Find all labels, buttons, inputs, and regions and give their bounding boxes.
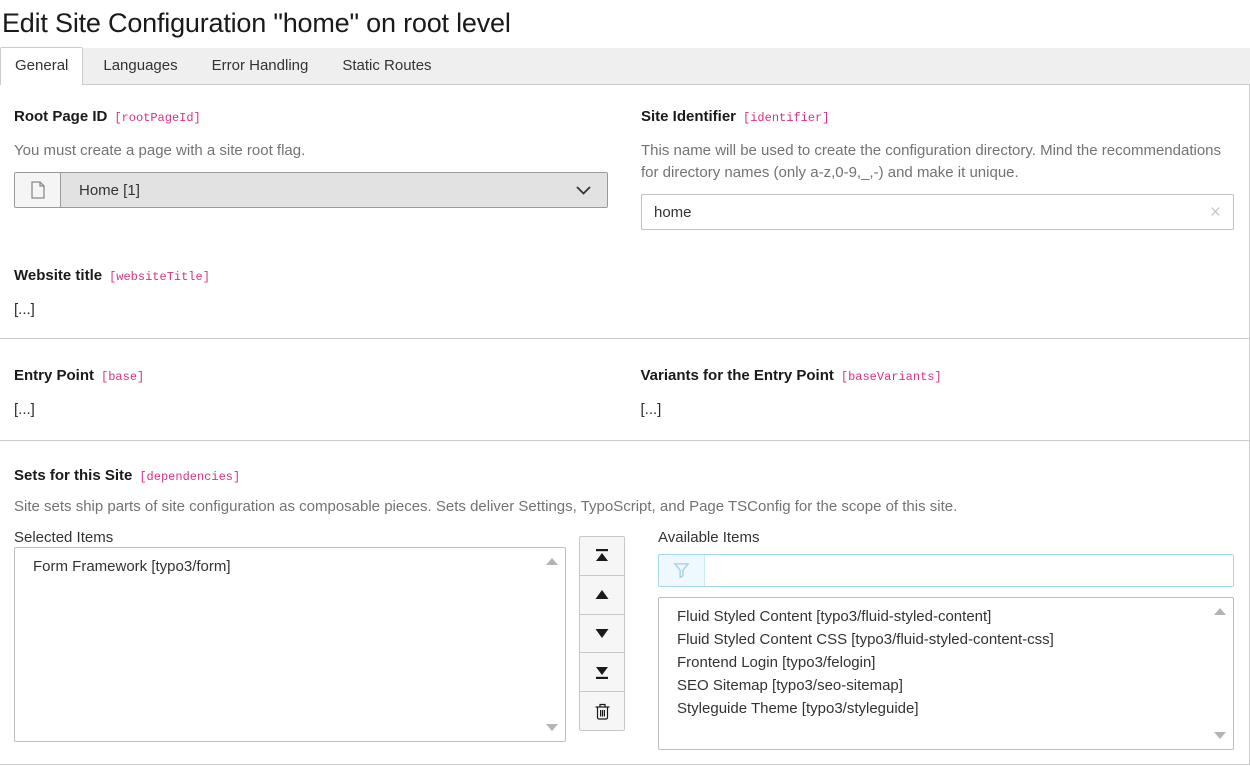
- site-identifier-label: Site Identifier [identifier]: [641, 107, 1234, 128]
- root-page-id-description: You must create a page with a site root …: [14, 140, 608, 162]
- website-title-code: [websiteTitle]: [109, 270, 210, 284]
- entry-point-code: [base]: [101, 370, 144, 384]
- root-page-id-label-text: Root Page ID: [14, 108, 107, 125]
- site-identifier-label-text: Site Identifier: [641, 108, 736, 125]
- available-items-group: Available Items Fluid Styled Content [ty…: [658, 518, 1234, 750]
- field-site-identifier: Site Identifier [identifier] This name wi…: [641, 107, 1234, 230]
- section-identity: Root Page ID [rootPageId] You must create…: [0, 85, 1249, 339]
- move-to-bottom-button[interactable]: [580, 653, 624, 692]
- root-page-select-display: Home [1]: [61, 173, 607, 207]
- scroll-up-icon[interactable]: [546, 558, 558, 565]
- root-page-select-value: Home [1]: [79, 182, 576, 199]
- multiselect-controls: [579, 536, 625, 731]
- field-website-title: Website title [websiteTitle] [...]: [14, 266, 1234, 338]
- move-down-button[interactable]: [580, 615, 624, 654]
- tab-error-handling[interactable]: Error Handling: [198, 48, 323, 84]
- filter-input[interactable]: [705, 555, 1233, 586]
- available-item[interactable]: Styleguide Theme [typo3/styleguide]: [669, 697, 1207, 720]
- tab-languages[interactable]: Languages: [89, 48, 191, 84]
- scroll-down-icon[interactable]: [1214, 732, 1226, 739]
- root-page-select[interactable]: Home [1]: [14, 172, 608, 208]
- available-item[interactable]: Fluid Styled Content CSS [typo3/fluid-st…: [669, 628, 1207, 651]
- base-variants-label: Variants for the Entry Point [baseVariant…: [641, 366, 1235, 387]
- selected-items-list[interactable]: Form Framework [typo3/form]: [14, 547, 566, 742]
- move-to-top-button[interactable]: [580, 537, 624, 576]
- dependencies-label: Sets for this Site [dependencies]: [14, 466, 1234, 487]
- available-item[interactable]: SEO Sitemap [typo3/seo-sitemap]: [669, 674, 1207, 697]
- delete-button[interactable]: [580, 692, 624, 730]
- entry-point-label-text: Entry Point: [14, 367, 94, 384]
- available-item[interactable]: Frontend Login [typo3/felogin]: [669, 651, 1207, 674]
- tab-static-routes[interactable]: Static Routes: [328, 48, 445, 84]
- field-entry-point: Entry Point [base] [...]: [14, 366, 608, 420]
- tab-bar: General Languages Error Handling Static …: [0, 48, 1250, 85]
- section-dependencies: Sets for this Site [dependencies] Site se…: [0, 441, 1249, 766]
- filter-icon: [659, 555, 705, 586]
- clear-icon[interactable]: ×: [1210, 203, 1221, 222]
- tab-content-pane: Root Page ID [rootPageId] You must create…: [0, 85, 1250, 765]
- section-entry-point: Entry Point [base] [...] Variants for the…: [0, 339, 1249, 441]
- base-variants-label-text: Variants for the Entry Point: [641, 367, 834, 384]
- available-items-list[interactable]: Fluid Styled Content [typo3/fluid-styled…: [658, 597, 1234, 750]
- available-item[interactable]: Fluid Styled Content [typo3/fluid-styled…: [669, 605, 1207, 628]
- sets-multiselect: Selected Items Form Framework [typo3/for…: [14, 518, 1234, 750]
- site-identifier-input[interactable]: home ×: [641, 194, 1234, 230]
- dependencies-code: [dependencies]: [139, 470, 240, 484]
- available-items-filter: [658, 554, 1234, 587]
- scroll-down-icon[interactable]: [546, 724, 558, 731]
- site-identifier-code: [identifier]: [743, 111, 829, 125]
- root-page-id-code: [rootPageId]: [114, 111, 200, 125]
- base-variants-code: [baseVariants]: [841, 370, 942, 384]
- field-base-variants: Variants for the Entry Point [baseVariant…: [641, 366, 1235, 420]
- selected-items-header: Selected Items: [14, 529, 566, 547]
- dependencies-description: Site sets ship parts of site configurati…: [14, 496, 1234, 518]
- available-items-header: Available Items: [658, 529, 1234, 547]
- website-title-collapsed-toggle[interactable]: [...]: [14, 300, 35, 320]
- move-up-button[interactable]: [580, 576, 624, 615]
- dependencies-label-text: Sets for this Site: [14, 467, 132, 484]
- entry-point-collapsed-toggle[interactable]: [...]: [14, 400, 35, 420]
- scroll-up-icon[interactable]: [1214, 608, 1226, 615]
- website-title-label-text: Website title: [14, 267, 102, 284]
- root-page-id-label: Root Page ID [rootPageId]: [14, 107, 608, 128]
- site-identifier-value: home: [654, 204, 1210, 221]
- field-root-page-id: Root Page ID [rootPageId] You must create…: [14, 107, 608, 230]
- chevron-down-icon: [576, 186, 591, 195]
- selected-items-group: Selected Items Form Framework [typo3/for…: [14, 518, 566, 742]
- selected-item[interactable]: Form Framework [typo3/form]: [25, 555, 539, 578]
- tab-general[interactable]: General: [0, 47, 83, 85]
- site-identifier-description: This name will be used to create the con…: [641, 140, 1234, 184]
- page-title: Edit Site Configuration "home" on root l…: [0, 0, 1250, 43]
- entry-point-label: Entry Point [base]: [14, 366, 608, 387]
- website-title-label: Website title [websiteTitle]: [14, 266, 1234, 287]
- page-icon: [15, 173, 61, 207]
- base-variants-collapsed-toggle[interactable]: [...]: [641, 400, 662, 420]
